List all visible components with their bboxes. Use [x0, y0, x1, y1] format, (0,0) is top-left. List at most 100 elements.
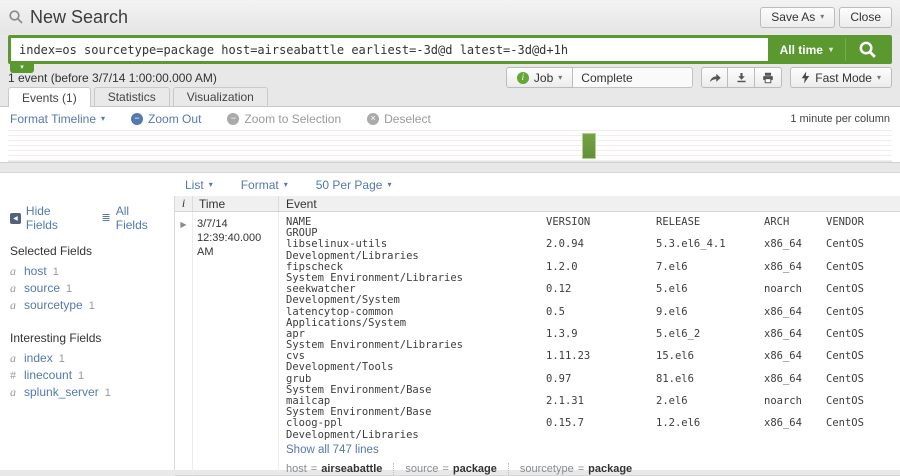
job-status-icon: i — [517, 72, 529, 84]
list-controls: List▾ Format▾ 50 Per Page▾ — [0, 173, 900, 196]
show-all-lines-link[interactable]: Show all 747 lines — [286, 444, 900, 456]
info-column-header: i — [175, 196, 192, 211]
zoom-out-button[interactable]: −Zoom Out — [131, 112, 201, 126]
caret-down-icon: ▾ — [209, 181, 213, 189]
field-type-icon: a — [10, 298, 18, 313]
package-group-row: Applications/System — [286, 317, 900, 328]
results-tabs: Events (1) Statistics Visualization — [0, 88, 900, 107]
fields-sidebar: ◀ Hide Fields ≣ All Fields Selected Fiel… — [0, 196, 175, 470]
events-table: i Time Event ▶ 3/7/14 12:39:40.000 AM NA… — [175, 196, 900, 470]
search-input[interactable] — [11, 38, 768, 61]
event-raw-text: NAMEVERSIONRELEASEARCHVENDOR GROUP libse… — [278, 212, 900, 475]
page-title: New Search — [30, 7, 760, 28]
hide-fields-link[interactable]: ◀ Hide Fields — [10, 204, 86, 232]
field-item-index: a index 1 — [10, 351, 164, 368]
field-type-icon: a — [10, 264, 18, 279]
tab-visualization[interactable]: Visualization — [173, 87, 268, 106]
interesting-fields-heading: Interesting Fields — [10, 331, 164, 345]
package-row: cvs1.11.2315.el6x86_64CentOS — [286, 350, 900, 361]
field-separator — [508, 463, 509, 475]
search-button[interactable] — [845, 38, 889, 61]
print-icon — [761, 71, 775, 85]
package-group-row: Development/Tools — [286, 361, 900, 372]
field-type-icon: a — [10, 385, 18, 400]
search-bar: All time▾ — [8, 35, 892, 64]
timeline-event-bar[interactable] — [582, 133, 596, 159]
event-field-sourcetype[interactable]: sourcetype=package — [520, 463, 632, 475]
caret-down-icon: ▾ — [820, 13, 824, 21]
close-button[interactable]: Close — [839, 7, 892, 28]
package-row: libselinux-utils2.0.945.3.el6_4.1x86_64C… — [286, 238, 900, 249]
header-bar: New Search Save As▾ Close — [0, 0, 900, 34]
list-icon: ≣ — [102, 213, 111, 224]
package-row: apr1.3.95.el6_2x86_64CentOS — [286, 328, 900, 339]
package-row: latencytop-common0.59.el6x86_64CentOS — [286, 306, 900, 317]
events-table-header: i Time Event — [175, 196, 900, 212]
package-row: grub0.9781.el6x86_64CentOS — [286, 373, 900, 384]
timeline-toolbar: Format Timeline▾ −Zoom Out −Zoom to Sele… — [0, 107, 900, 130]
caret-down-icon: ▾ — [101, 115, 105, 123]
field-item-sourcetype: a sourcetype 1 — [10, 298, 164, 315]
job-menu-button[interactable]: i Job▾ — [506, 67, 573, 88]
event-column-header: Event — [278, 196, 900, 211]
package-row: seekwatcher0.125.el6noarchCentOS — [286, 283, 900, 294]
per-page-menu[interactable]: 50 Per Page▾ — [316, 178, 392, 192]
caret-down-icon: ▾ — [387, 181, 391, 189]
job-progress-readout: Complete — [573, 67, 693, 88]
job-status-row: 1 event (before 3/7/14 1:00:00.000 AM) i… — [8, 67, 892, 88]
search-mode-button[interactable]: Fast Mode▾ — [790, 67, 892, 88]
format-timeline-menu[interactable]: Format Timeline▾ — [10, 112, 105, 126]
package-row: fipscheck1.2.07.el6x86_64CentOS — [286, 261, 900, 272]
field-type-icon: # — [10, 368, 18, 383]
timeline-scale-label: 1 minute per column — [790, 113, 890, 125]
package-group-row: System Environment/Base — [286, 406, 900, 417]
all-fields-link[interactable]: ≣ All Fields — [102, 204, 164, 232]
search-icon — [858, 40, 877, 59]
timeline-section: Format Timeline▾ −Zoom Out −Zoom to Sele… — [0, 107, 900, 163]
caret-down-icon: ▾ — [829, 46, 833, 54]
zoom-out-icon: − — [131, 113, 143, 125]
caret-down-icon: ▾ — [558, 74, 562, 82]
caret-down-icon: ▾ — [877, 74, 881, 82]
package-row: cloog-ppl0.15.71.2.el6x86_64CentOS — [286, 417, 900, 428]
field-separator — [393, 463, 394, 475]
package-group-row: Development/Libraries — [286, 250, 900, 261]
tab-events[interactable]: Events (1) — [8, 87, 91, 107]
time-column-header: Time — [192, 196, 278, 211]
export-button[interactable] — [728, 67, 755, 88]
event-field-source[interactable]: source=package — [405, 463, 497, 475]
deselect-button: ×Deselect — [367, 112, 431, 126]
timeline-chart[interactable] — [8, 130, 892, 162]
hide-fields-icon: ◀ — [10, 213, 21, 224]
share-button[interactable] — [701, 67, 728, 88]
expand-event-arrow[interactable]: ▶ — [175, 212, 192, 475]
deselect-icon: × — [367, 113, 379, 125]
job-group: i Job▾ Complete — [506, 67, 693, 88]
time-range-picker[interactable]: All time▾ — [768, 38, 845, 61]
package-row: mailcap2.1.312.el6noarchCentOS — [286, 395, 900, 406]
list-view-menu[interactable]: List▾ — [185, 178, 213, 192]
event-count: 1 event (before 3/7/14 1:00:00.000 AM) — [8, 71, 217, 85]
field-item-host: a host 1 — [10, 264, 164, 281]
field-item-source: a source 1 — [10, 281, 164, 298]
download-icon — [735, 71, 748, 84]
search-title-icon — [8, 9, 24, 25]
zoom-to-selection-button: −Zoom to Selection — [227, 112, 341, 126]
print-button[interactable] — [755, 67, 782, 88]
caret-down-icon: ▾ — [284, 181, 288, 189]
package-group-row: System Environment/Libraries — [286, 272, 900, 283]
field-item-linecount: # linecount 1 — [10, 368, 164, 385]
event-row: ▶ 3/7/14 12:39:40.000 AM NAMEVERSIONRELE… — [175, 212, 900, 476]
event-field-host[interactable]: host=airseabattle — [286, 463, 382, 475]
save-as-button[interactable]: Save As▾ — [760, 7, 835, 28]
tab-statistics[interactable]: Statistics — [94, 87, 170, 106]
package-group-row: System Environment/Libraries — [286, 339, 900, 350]
format-menu[interactable]: Format▾ — [241, 178, 288, 192]
field-type-icon: a — [10, 281, 18, 296]
package-group-row: Development/Libraries — [286, 429, 900, 440]
package-group-row: System Environment/Base — [286, 384, 900, 395]
zoom-to-selection-icon: − — [227, 113, 239, 125]
event-time: 3/7/14 12:39:40.000 AM — [192, 212, 278, 475]
lightning-bolt-icon — [801, 71, 810, 84]
share-icon — [708, 71, 722, 85]
